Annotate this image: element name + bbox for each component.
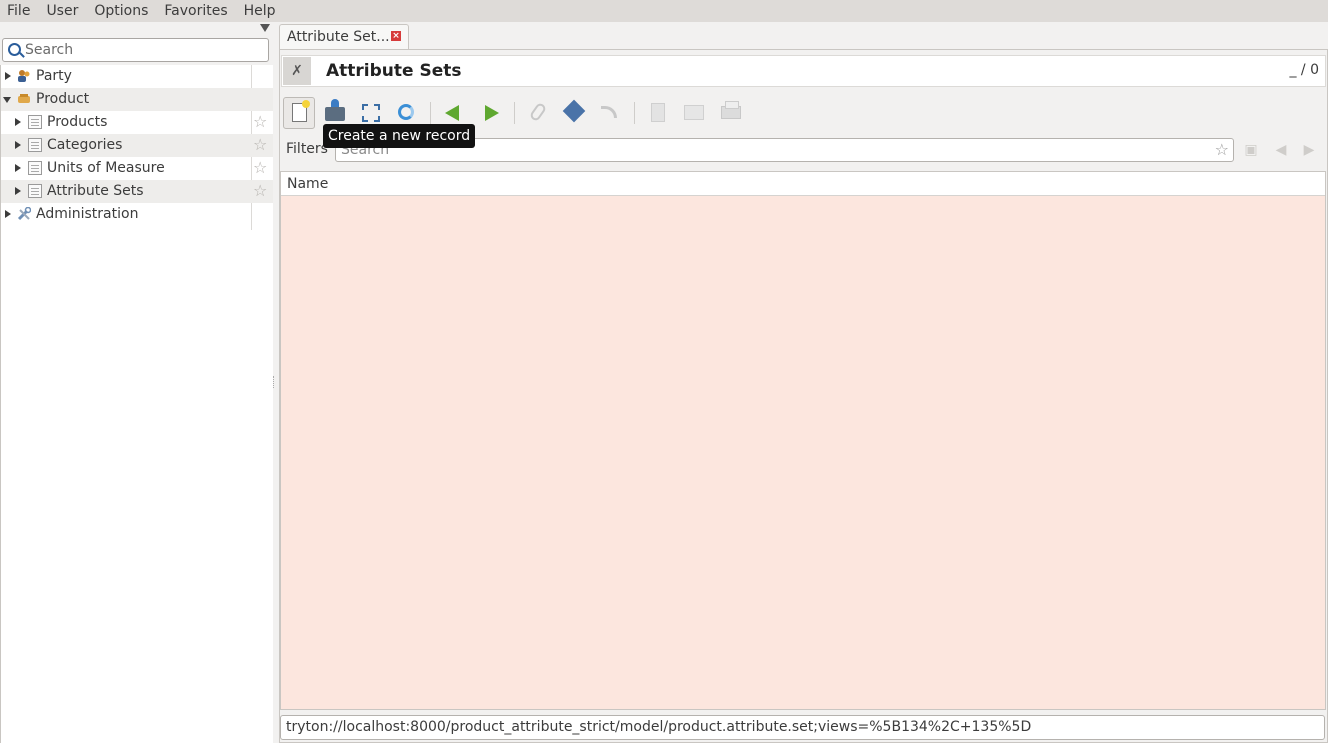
document-icon — [28, 138, 42, 152]
expander-right-icon[interactable] — [5, 210, 11, 218]
toolbar-separator — [430, 102, 431, 124]
action-icon — [562, 99, 586, 123]
page-title: Attribute Sets — [326, 61, 462, 81]
tree-item-party[interactable]: Party — [1, 65, 273, 88]
filter-next-icon[interactable]: ▶ — [1300, 141, 1318, 159]
tab-label: Attribute Set... — [287, 29, 390, 45]
sidebar-search[interactable] — [2, 38, 269, 62]
document-icon — [28, 184, 42, 198]
toolbar-separator — [514, 102, 515, 124]
tree-item-units-of-measure[interactable]: Units of Measure ☆ — [1, 157, 273, 180]
tree-item-label: Attribute Sets — [47, 183, 144, 199]
expander-right-icon[interactable] — [5, 72, 11, 80]
product-icon — [17, 92, 31, 106]
favorite-star-icon[interactable]: ☆ — [253, 182, 267, 200]
form-title-bar: ✗ Attribute Sets _ / 0 — [281, 55, 1326, 87]
tree-item-label: Administration — [36, 206, 139, 222]
relate-arrow-icon — [601, 106, 617, 118]
attachment-button[interactable] — [523, 97, 555, 129]
menu-bar: File User Options Favorites Help — [0, 0, 1328, 22]
bookmark-star-icon[interactable]: ☆ — [1215, 140, 1229, 159]
document-icon — [28, 115, 42, 129]
save-icon — [325, 99, 345, 121]
new-record-button[interactable] — [283, 97, 315, 129]
tools-icon[interactable]: ✗ — [283, 57, 311, 85]
action-button[interactable] — [559, 97, 591, 129]
column-header-name[interactable]: Name — [287, 176, 328, 192]
arrow-left-icon — [445, 105, 459, 121]
new-record-tooltip: Create a new record — [323, 124, 476, 148]
administration-icon — [17, 206, 32, 221]
tree-item-attribute-sets[interactable]: Attribute Sets ☆ — [1, 180, 273, 203]
grid-header: Name — [281, 172, 1325, 196]
expander-right-icon[interactable] — [15, 118, 21, 126]
record-count: _ / 0 — [1289, 62, 1319, 78]
sidebar: Party Product Products ☆ Categories ☆ Un… — [0, 22, 274, 743]
arrow-right-icon — [485, 105, 499, 121]
printer-icon — [721, 101, 741, 119]
menu-help[interactable]: Help — [236, 0, 284, 22]
favorite-star-icon[interactable]: ☆ — [253, 113, 267, 131]
menu-tree: Party Product Products ☆ Categories ☆ Un… — [0, 65, 273, 743]
tree-item-administration[interactable]: Administration — [1, 203, 273, 226]
favorite-star-icon[interactable]: ☆ — [253, 159, 267, 177]
print-button[interactable] — [715, 97, 747, 129]
expander-down-icon[interactable] — [3, 97, 11, 103]
save-filter-icon[interactable]: ▣ — [1242, 141, 1260, 159]
pane-resize-handle[interactable] — [273, 376, 276, 388]
menu-file[interactable]: File — [0, 0, 38, 22]
relate-button[interactable] — [595, 97, 627, 129]
email-icon — [684, 105, 704, 120]
reload-icon — [398, 104, 414, 120]
tree-item-label: Product — [36, 91, 90, 107]
url-bar[interactable]: tryton://localhost:8000/product_attribut… — [280, 715, 1325, 740]
switch-view-icon — [362, 104, 380, 122]
tree-item-categories[interactable]: Categories ☆ — [1, 134, 273, 157]
menu-user[interactable]: User — [38, 0, 86, 22]
close-tab-icon[interactable]: × — [391, 31, 401, 41]
sidebar-collapse-icon[interactable] — [260, 24, 270, 32]
filters-label: Filters — [286, 141, 328, 157]
tree-item-product[interactable]: Product — [1, 88, 273, 111]
expander-right-icon[interactable] — [15, 187, 21, 195]
report-button[interactable] — [642, 97, 674, 129]
party-icon — [17, 69, 31, 83]
tab-attribute-sets[interactable]: Attribute Set... × — [279, 24, 409, 49]
sidebar-search-input[interactable] — [25, 41, 265, 59]
new-document-icon — [292, 100, 310, 122]
paperclip-icon — [528, 101, 548, 123]
filter-previous-icon[interactable]: ◀ — [1272, 141, 1290, 159]
records-grid[interactable]: Name — [280, 171, 1326, 710]
favorite-star-icon[interactable]: ☆ — [253, 136, 267, 154]
menu-favorites[interactable]: Favorites — [156, 0, 235, 22]
tree-item-label: Products — [47, 114, 108, 130]
tree-item-label: Units of Measure — [47, 160, 165, 176]
toolbar-separator — [634, 102, 635, 124]
expander-right-icon[interactable] — [15, 164, 21, 172]
tree-item-label: Categories — [47, 137, 123, 153]
report-icon — [651, 103, 665, 122]
menu-options[interactable]: Options — [86, 0, 156, 22]
document-icon — [28, 161, 42, 175]
email-button[interactable] — [678, 97, 710, 129]
search-icon — [8, 43, 21, 56]
expander-right-icon[interactable] — [15, 141, 21, 149]
next-button[interactable] — [475, 97, 507, 129]
tree-item-label: Party — [36, 68, 72, 84]
tree-item-products[interactable]: Products ☆ — [1, 111, 273, 134]
url-text: tryton://localhost:8000/product_attribut… — [286, 719, 1032, 735]
